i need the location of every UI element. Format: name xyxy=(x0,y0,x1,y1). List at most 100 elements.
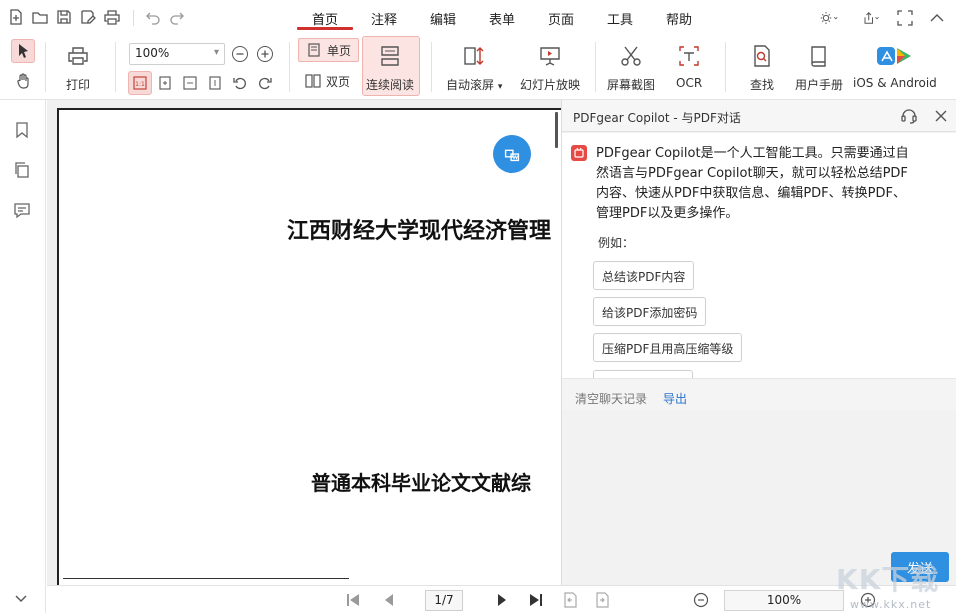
comments-icon[interactable] xyxy=(13,201,31,219)
thumbnails-icon[interactable] xyxy=(13,161,31,179)
next-view-icon[interactable] xyxy=(593,591,611,609)
continuous-reading-button[interactable]: 连续阅读 xyxy=(366,44,414,93)
mobile-apps-label: iOS & Android xyxy=(853,76,937,90)
zoom-out-button[interactable] xyxy=(232,46,248,62)
last-page-icon[interactable] xyxy=(527,591,545,609)
page-navigation-bar: 1/7 100% xyxy=(47,585,956,613)
example-add-password-button[interactable]: 给该PDF添加密码 xyxy=(593,297,707,326)
page-number-input[interactable]: 1/7 xyxy=(425,590,463,611)
zoom-value: 100% xyxy=(135,46,170,60)
message-line: 管理PDF以及更多操作。 xyxy=(596,206,739,221)
ribbon-divider xyxy=(115,42,116,92)
open-folder-icon[interactable] xyxy=(31,8,49,26)
support-icon[interactable] xyxy=(900,107,918,125)
user-manual-label: 用户手册 xyxy=(795,78,844,92)
copilot-panel: PDFgear Copilot - 与PDF对话 PDFgear Copilot… xyxy=(561,100,956,585)
app-store-icon xyxy=(876,47,911,65)
tab-tools[interactable]: 工具 xyxy=(593,9,647,28)
ribbon-divider xyxy=(725,42,726,92)
message-line: PDFgear Copilot是一个人工智能工具。只需要通过自 xyxy=(596,146,909,161)
quick-divider xyxy=(133,10,134,26)
ribbon-divider xyxy=(289,42,290,92)
single-page-button[interactable]: 单页 xyxy=(298,38,360,62)
screenshot-label: 屏幕截图 xyxy=(607,78,656,92)
mobile-apps-button[interactable]: iOS & Android xyxy=(853,44,937,90)
hand-tool-button[interactable] xyxy=(11,69,35,93)
continuous-reading-icon xyxy=(381,46,399,66)
ocr-button[interactable]: OCR xyxy=(676,44,702,90)
previous-view-icon[interactable] xyxy=(561,591,579,609)
document-viewport[interactable]: 江西财经大学现代经济管理 普通本科毕业论文文献综 xyxy=(47,100,561,585)
copilot-launcher-icon[interactable] xyxy=(493,135,531,173)
first-page-icon[interactable] xyxy=(344,591,362,609)
user-manual-button[interactable]: 用户手册 xyxy=(795,44,843,93)
print-quick-icon[interactable] xyxy=(103,8,121,26)
ocr-label: OCR xyxy=(676,76,703,90)
rotate-right-button[interactable] xyxy=(253,71,277,95)
example-summarize-button[interactable]: 总结该PDF内容 xyxy=(593,261,695,290)
fit-page-button[interactable] xyxy=(153,71,177,95)
new-file-icon[interactable] xyxy=(7,8,25,26)
copilot-header: PDFgear Copilot - 与PDF对话 xyxy=(562,100,956,132)
double-page-label: 双页 xyxy=(326,74,351,89)
theme-icon[interactable] xyxy=(820,9,838,30)
double-page-button[interactable]: 双页 xyxy=(298,69,357,93)
next-page-icon[interactable] xyxy=(493,591,511,609)
chevron-down-icon: ▾ xyxy=(497,82,503,92)
slideshow-button[interactable]: 幻灯片放映 xyxy=(520,44,580,93)
fullscreen-icon[interactable] xyxy=(896,9,914,30)
zoom-in-button[interactable] xyxy=(257,46,273,62)
find-button[interactable]: 查找 xyxy=(750,44,774,93)
close-icon[interactable] xyxy=(932,107,950,125)
tab-help[interactable]: 帮助 xyxy=(652,9,706,28)
export-button[interactable]: 导出 xyxy=(663,390,687,407)
screenshot-button[interactable]: 屏幕截图 xyxy=(607,44,655,93)
auto-scroll-icon xyxy=(464,47,484,65)
active-tab-indicator xyxy=(297,27,353,30)
svg-text:1:1: 1:1 xyxy=(135,81,145,88)
chevron-down-icon[interactable] xyxy=(12,590,30,606)
tab-home[interactable]: 首页 xyxy=(298,9,352,28)
double-page-icon xyxy=(305,74,321,88)
previous-page-icon[interactable] xyxy=(380,591,398,609)
tab-edit[interactable]: 编辑 xyxy=(416,9,470,28)
ribbon-divider xyxy=(595,42,596,92)
page-rule xyxy=(63,578,349,579)
tab-annotate[interactable]: 注释 xyxy=(357,9,411,28)
zoom-out-icon[interactable] xyxy=(692,591,710,609)
actual-size-button[interactable]: 1:1 xyxy=(128,71,152,95)
select-tool-button[interactable] xyxy=(11,39,35,63)
print-button[interactable]: 打印 xyxy=(66,44,90,93)
fit-height-button[interactable] xyxy=(203,71,227,95)
print-icon xyxy=(68,47,88,65)
fit-width-button[interactable] xyxy=(178,71,202,95)
vertical-scrollbar[interactable] xyxy=(555,112,558,148)
rotate-left-button[interactable] xyxy=(228,71,252,95)
save-as-icon[interactable] xyxy=(79,8,97,26)
slideshow-icon xyxy=(540,47,560,66)
auto-scroll-button[interactable]: 自动滚屏 ▾ xyxy=(446,44,502,93)
example-compress-button[interactable]: 压缩PDF且用高压缩等级 xyxy=(593,333,743,362)
redo-icon[interactable] xyxy=(168,8,186,26)
collapse-ribbon-icon[interactable] xyxy=(928,9,946,30)
print-label: 打印 xyxy=(66,78,91,92)
slideshow-label: 幻灯片放映 xyxy=(520,78,581,92)
zoom-level-display[interactable]: 100% xyxy=(724,590,844,611)
search-icon xyxy=(754,45,770,67)
copilot-chat-area[interactable]: PDFgear Copilot是一个人工智能工具。只需要通过自 然语言与PDFg… xyxy=(562,133,956,378)
clear-chat-button[interactable]: 清空聊天记录 xyxy=(575,390,647,407)
bookmark-icon[interactable] xyxy=(13,121,31,139)
share-icon[interactable] xyxy=(862,9,880,30)
ocr-icon xyxy=(679,46,699,66)
tab-page[interactable]: 页面 xyxy=(534,9,588,28)
example-more-button[interactable] xyxy=(593,370,693,378)
ribbon-divider xyxy=(45,42,46,92)
ribbon-toolbar: 打印 100% ▾ 1:1 单页 双页 连续阅读 自动滚屏 ▾ 幻灯片放映 屏幕… xyxy=(0,34,956,100)
undo-icon[interactable] xyxy=(144,8,162,26)
chevron-down-icon: ▾ xyxy=(213,47,219,58)
zoom-select[interactable]: 100% ▾ xyxy=(129,43,225,65)
tab-form[interactable]: 表单 xyxy=(475,9,529,28)
save-icon[interactable] xyxy=(55,8,73,26)
copilot-avatar xyxy=(571,145,587,161)
single-page-icon xyxy=(308,43,320,57)
